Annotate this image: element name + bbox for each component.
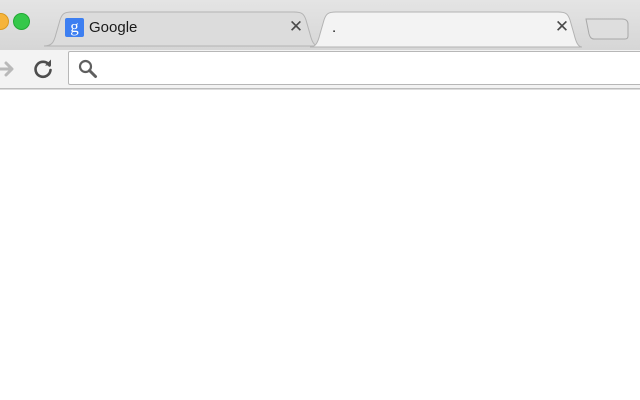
close-tab-icon[interactable]: ✕ (287, 17, 305, 37)
google-g-icon: g (65, 18, 84, 37)
search-icon (78, 59, 97, 78)
close-tab-icon[interactable]: ✕ (553, 17, 571, 37)
maximize-window-button[interactable] (13, 13, 30, 30)
tab-background (43, 11, 320, 47)
address-input[interactable] (105, 58, 625, 78)
minimize-window-button[interactable] (0, 13, 9, 30)
tab-google[interactable]: g Google ✕ (43, 11, 320, 47)
forward-arrow-icon[interactable] (0, 57, 18, 81)
address-bar[interactable] (68, 51, 640, 85)
browser-window: g Google ✕ . ✕ (0, 0, 640, 400)
tab-title: Google (89, 19, 138, 36)
tab-title: . (332, 19, 337, 36)
tab-strip: g Google ✕ . ✕ (0, 0, 640, 50)
tab-background (309, 11, 583, 48)
page-content (0, 90, 640, 400)
new-tab-button[interactable] (584, 18, 630, 40)
reload-icon[interactable] (31, 57, 55, 81)
tab-active[interactable]: . ✕ (309, 11, 583, 48)
toolbar (0, 50, 640, 89)
